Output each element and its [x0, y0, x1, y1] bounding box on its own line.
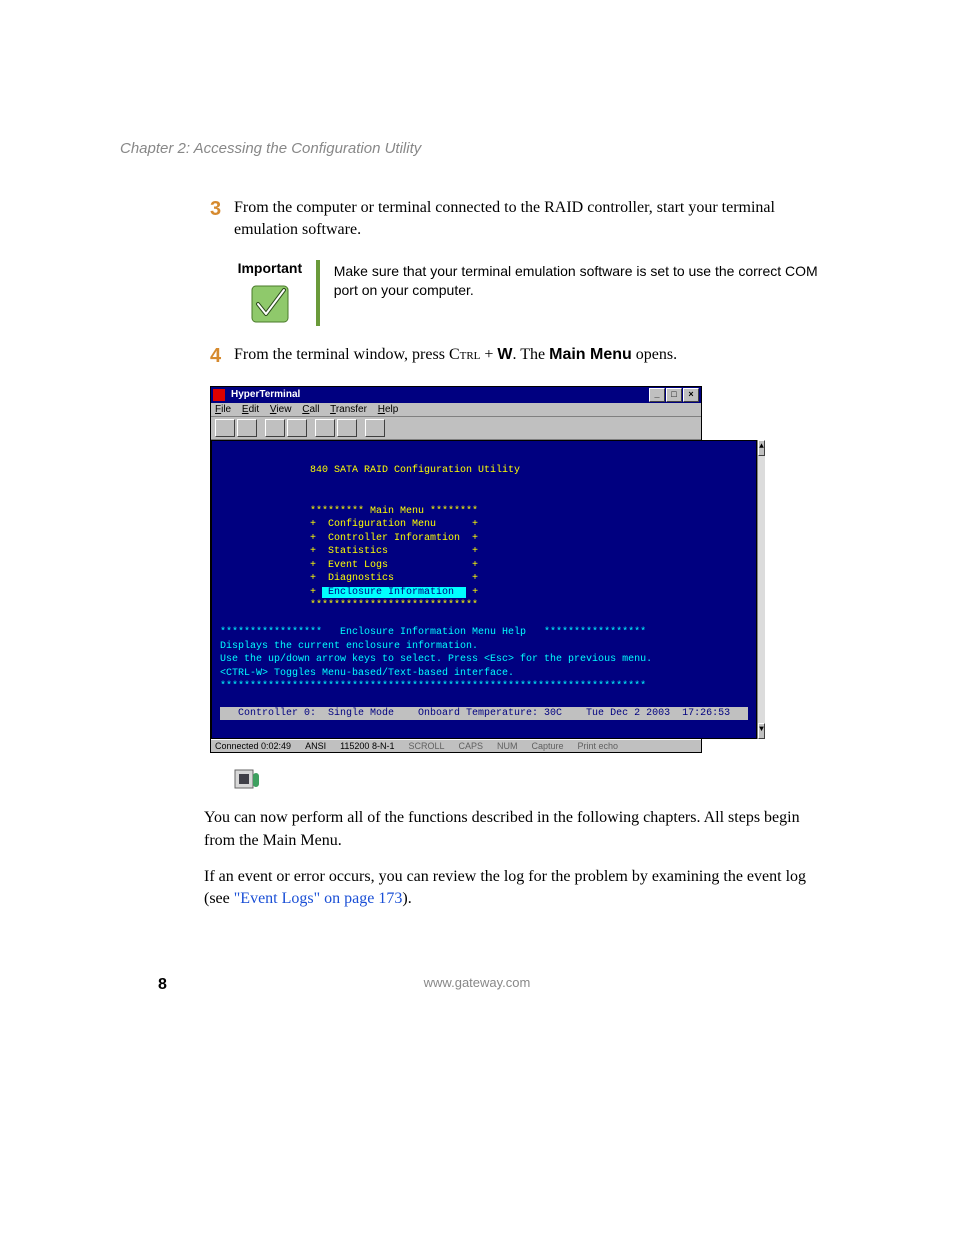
- step-number: 4: [210, 344, 234, 368]
- step-4: 4 From the terminal window, press Ctrl +…: [210, 344, 834, 368]
- toolbar: [211, 417, 701, 440]
- menu-transfer[interactable]: Transfer: [330, 404, 367, 415]
- footer-url: www.gateway.com: [0, 975, 954, 990]
- scroll-down-icon[interactable]: ▼: [758, 723, 765, 739]
- toolbar-properties-icon[interactable]: [365, 419, 385, 437]
- status-scroll: SCROLL: [408, 741, 444, 751]
- text: +: [480, 346, 497, 363]
- term-status-line: Controller 0: Single Mode Onboard Temper…: [220, 707, 748, 720]
- text: ).: [402, 890, 411, 907]
- body-paragraph: You can now perform all of the functions…: [204, 807, 834, 852]
- status-settings: 115200 8-N-1: [340, 741, 394, 751]
- hyperterminal-screenshot: HyperTerminal _ □ × File Edit View Call …: [210, 386, 702, 754]
- important-label: Important: [234, 260, 306, 276]
- term-help-line: Displays the current enclosure informati…: [220, 641, 478, 652]
- step-text: From the terminal window, press Ctrl + W…: [234, 344, 834, 368]
- minimize-button[interactable]: _: [649, 388, 665, 402]
- status-printecho: Print echo: [578, 741, 619, 751]
- key-ctrl: Ctrl: [449, 346, 480, 363]
- menu-view[interactable]: View: [270, 404, 292, 415]
- selected-menu-item: Enclosure Information: [322, 587, 466, 598]
- scroll-track[interactable]: [758, 456, 765, 724]
- key-w: W: [497, 346, 512, 363]
- menu-help[interactable]: Help: [378, 404, 399, 415]
- event-logs-link[interactable]: "Event Logs" on page 173: [234, 890, 403, 907]
- text: opens.: [632, 346, 677, 363]
- menu-file[interactable]: File: [215, 404, 231, 415]
- term-line: + Configuration Menu +: [220, 519, 478, 530]
- status-caps: CAPS: [458, 741, 483, 751]
- step-3: 3 From the computer or terminal connecte…: [210, 197, 834, 242]
- window-title: HyperTerminal: [229, 389, 648, 400]
- window-titlebar: HyperTerminal _ □ ×: [211, 387, 701, 403]
- important-callout: Important Make sure that your terminal e…: [234, 260, 834, 326]
- menu-call[interactable]: Call: [302, 404, 319, 415]
- term-help-line: <CTRL-W> Toggles Menu-based/Text-based i…: [220, 668, 514, 679]
- term-line: + Controller Inforamtion +: [220, 533, 478, 544]
- status-bar: Connected 0:02:49 ANSI 115200 8-N-1 SCRO…: [211, 739, 701, 752]
- maximize-button[interactable]: □: [666, 388, 682, 402]
- term-line: 840 SATA RAID Configuration Utility: [220, 465, 520, 476]
- step-text: From the computer or terminal connected …: [234, 197, 834, 242]
- vertical-bar: [316, 260, 320, 326]
- menu-bar: File Edit View Call Transfer Help: [211, 403, 701, 417]
- term-line: + Statistics +: [220, 546, 478, 557]
- scroll-up-icon[interactable]: ▲: [758, 440, 765, 456]
- toolbar-new-icon[interactable]: [215, 419, 235, 437]
- term-help-header: ***************** Enclosure Information …: [220, 627, 646, 638]
- text: . The: [513, 346, 550, 363]
- term-help-line: Use the up/down arrow keys to select. Pr…: [220, 654, 652, 665]
- term-line: ********* Main Menu ********: [220, 506, 478, 517]
- status-capture: Capture: [531, 741, 563, 751]
- term-line: ****************************: [220, 600, 478, 611]
- term-line: + Diagnostics +: [220, 573, 478, 584]
- toolbar-send-icon[interactable]: [315, 419, 335, 437]
- chapter-header: Chapter 2: Accessing the Configuration U…: [120, 140, 834, 157]
- status-connected: Connected 0:02:49: [215, 741, 291, 751]
- status-encoding: ANSI: [305, 741, 326, 751]
- end-of-steps-icon: [234, 767, 834, 791]
- scrollbar[interactable]: ▲ ▼: [757, 440, 765, 740]
- step-number: 3: [210, 197, 234, 242]
- terminal-output[interactable]: 840 SATA RAID Configuration Utility ****…: [211, 440, 757, 740]
- term-line: + Event Logs +: [220, 560, 478, 571]
- toolbar-receive-icon[interactable]: [337, 419, 357, 437]
- main-menu-label: Main Menu: [549, 346, 632, 363]
- important-text: Make sure that your terminal emulation s…: [334, 260, 834, 326]
- menu-edit[interactable]: Edit: [242, 404, 259, 415]
- body-paragraph: If an event or error occurs, you can rev…: [204, 866, 834, 911]
- app-icon: [213, 389, 225, 401]
- status-num: NUM: [497, 741, 518, 751]
- toolbar-disconnect-icon[interactable]: [287, 419, 307, 437]
- checkmark-icon: [248, 282, 292, 326]
- toolbar-open-icon[interactable]: [237, 419, 257, 437]
- close-button[interactable]: ×: [683, 388, 699, 402]
- text: From the terminal window, press: [234, 346, 449, 363]
- term-help-stars: ****************************************…: [220, 681, 646, 692]
- toolbar-connect-icon[interactable]: [265, 419, 285, 437]
- term-line: + Enclosure Information +: [220, 587, 478, 598]
